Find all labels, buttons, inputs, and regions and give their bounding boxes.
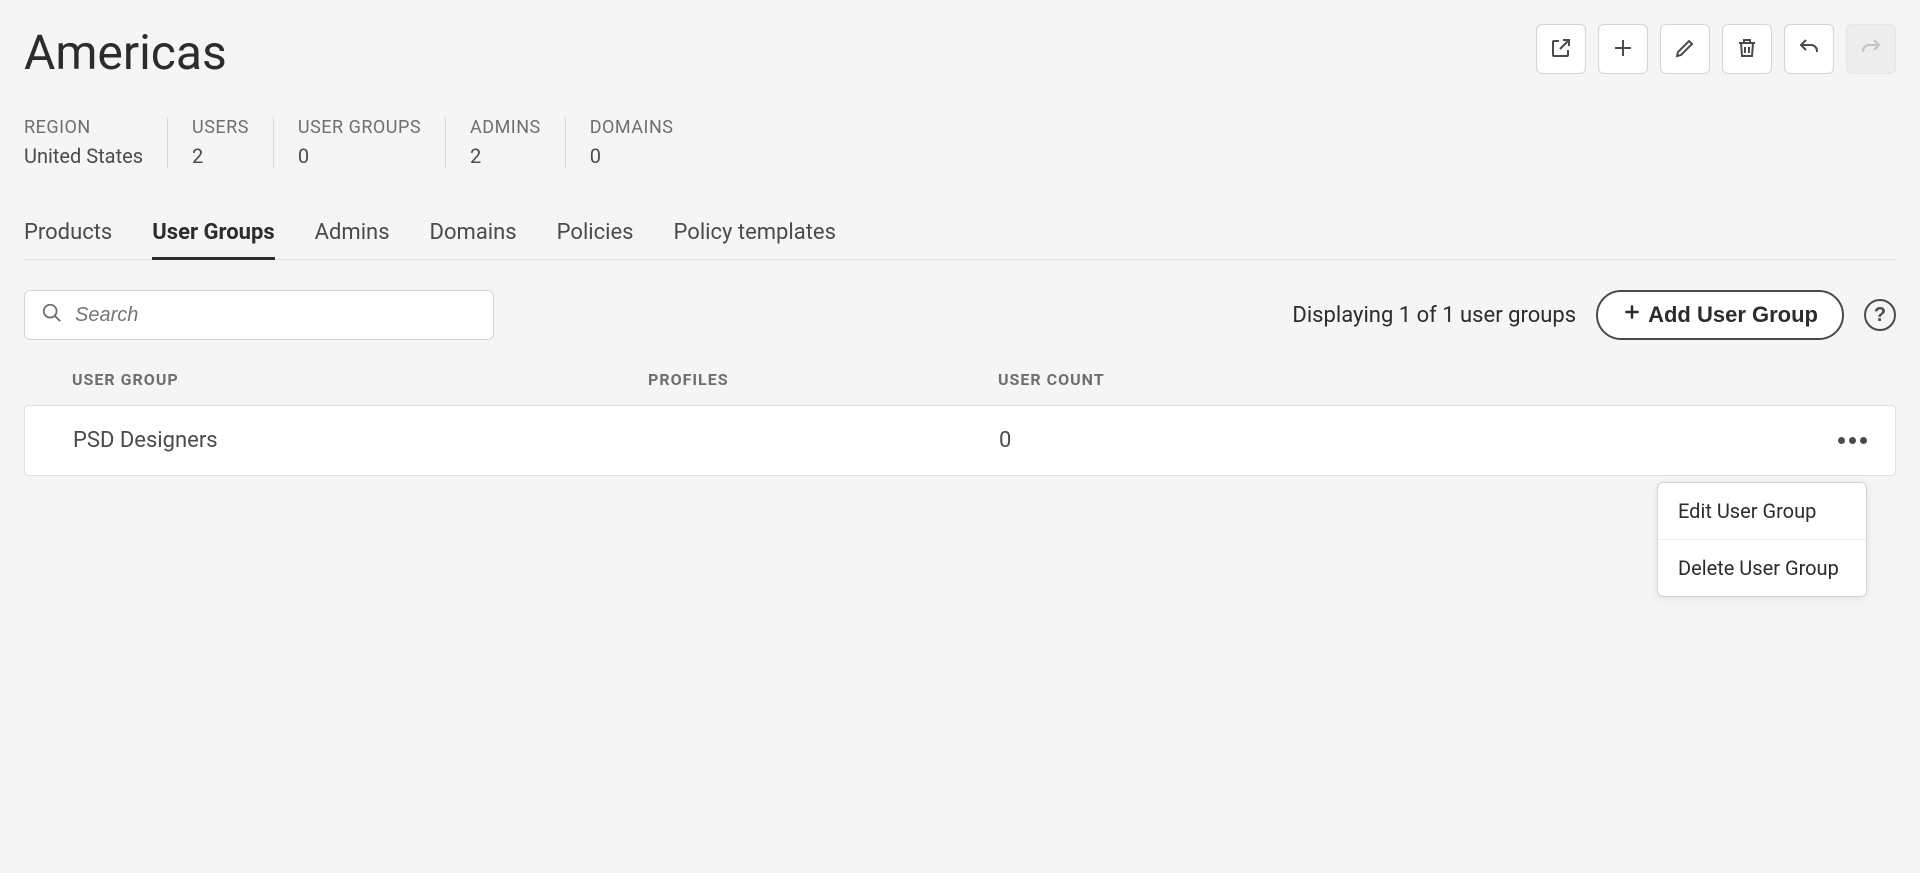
edit-button[interactable] [1660, 24, 1710, 74]
menu-delete-user-group[interactable]: Delete User Group [1658, 540, 1866, 596]
stat-value: 2 [192, 144, 249, 168]
tab-admins[interactable]: Admins [315, 208, 390, 260]
stat-value: 2 [470, 144, 541, 168]
toolbar [1536, 24, 1896, 74]
stat-label: USER GROUPS [298, 117, 421, 138]
stats-row: REGION United States USERS 2 USER GROUPS… [24, 117, 1896, 168]
stat-users: USERS 2 [168, 117, 274, 168]
context-menu: Edit User Group Delete User Group [1657, 482, 1867, 597]
row-name: PSD Designers [73, 428, 649, 453]
stat-user-groups: USER GROUPS 0 [274, 117, 446, 168]
controls-row: Displaying 1 of 1 user groups Add User G… [24, 290, 1896, 340]
search-input[interactable] [75, 304, 477, 327]
redo-icon [1859, 36, 1883, 63]
export-icon [1549, 36, 1573, 63]
tab-policies[interactable]: Policies [557, 208, 634, 260]
stat-value: 0 [590, 144, 674, 168]
displaying-count: Displaying 1 of 1 user groups [1292, 303, 1576, 328]
tab-user-groups[interactable]: User Groups [152, 208, 274, 260]
add-user-group-button[interactable]: Add User Group [1596, 290, 1844, 340]
stat-label: ADMINS [470, 117, 541, 138]
delete-button[interactable] [1722, 24, 1772, 74]
tab-domains[interactable]: Domains [430, 208, 517, 260]
table-header: USER GROUP PROFILES USER COUNT [24, 370, 1896, 405]
stat-value: United States [24, 144, 143, 168]
tab-policy-templates[interactable]: Policy templates [674, 208, 836, 260]
undo-button[interactable] [1784, 24, 1834, 74]
stat-label: USERS [192, 117, 249, 138]
add-button[interactable] [1598, 24, 1648, 74]
page-title: Americas [24, 24, 227, 81]
more-icon [1838, 437, 1845, 444]
trash-icon [1735, 36, 1759, 63]
stat-admins: ADMINS 2 [446, 117, 566, 168]
add-button-label: Add User Group [1648, 302, 1818, 328]
stat-value: 0 [298, 144, 421, 168]
help-button[interactable]: ? [1864, 299, 1896, 331]
export-button[interactable] [1536, 24, 1586, 74]
plus-icon [1611, 36, 1635, 63]
undo-icon [1797, 36, 1821, 63]
redo-button [1846, 24, 1896, 74]
th-profiles: PROFILES [648, 370, 998, 389]
stat-region: REGION United States [24, 117, 168, 168]
th-user-count: USER COUNT [998, 370, 1398, 389]
question-icon: ? [1874, 304, 1886, 327]
plus-icon [1622, 302, 1642, 328]
menu-edit-user-group[interactable]: Edit User Group [1658, 483, 1866, 540]
row-count: 0 [999, 428, 1399, 453]
th-user-group: USER GROUP [72, 370, 648, 389]
pencil-icon [1673, 36, 1697, 63]
tab-products[interactable]: Products [24, 208, 112, 260]
stat-label: REGION [24, 117, 143, 138]
search-icon [41, 302, 75, 328]
tabs: Products User Groups Admins Domains Poli… [24, 208, 1896, 260]
stat-domains: DOMAINS 0 [566, 117, 698, 168]
stat-label: DOMAINS [590, 117, 674, 138]
search-wrap[interactable] [24, 290, 494, 340]
more-options-button[interactable] [1834, 433, 1871, 448]
table-row[interactable]: PSD Designers 0 Edit User Group Delete U… [24, 405, 1896, 476]
